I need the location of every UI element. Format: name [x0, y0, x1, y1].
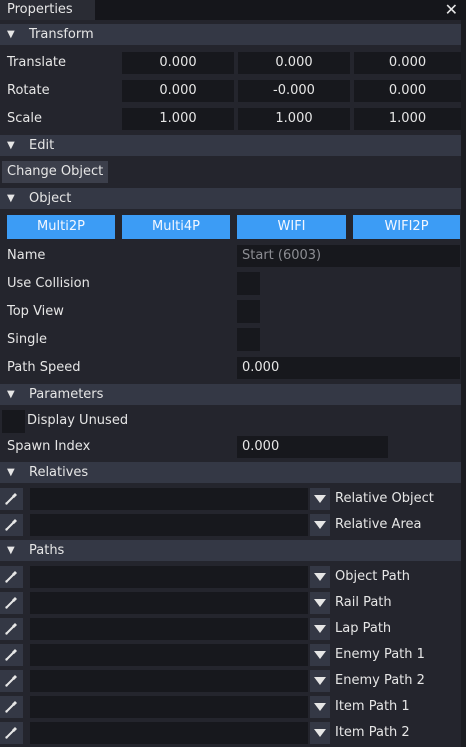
translate-y-field[interactable]: 0.000 [238, 52, 350, 74]
section-paths-header[interactable]: ▼ Paths [0, 540, 461, 561]
rotate-x-field[interactable]: 0.000 [122, 80, 234, 102]
translate-z-field[interactable]: 0.000 [354, 52, 461, 74]
scale-z-field[interactable]: 1.000 [354, 108, 461, 130]
display-unused-checkbox[interactable] [2, 410, 25, 433]
path-speed-field[interactable]: 0.000 [237, 357, 460, 379]
section-title: Edit [29, 138, 55, 153]
section-title: Paths [29, 543, 65, 558]
eyedropper-icon[interactable] [0, 696, 23, 718]
chevron-down-icon[interactable] [310, 618, 330, 640]
path-label: Object Path [335, 569, 411, 584]
chevron-down-icon[interactable] [310, 592, 330, 614]
display-unused-label: Display Unused [27, 413, 129, 428]
path-combo[interactable] [30, 696, 308, 718]
wifi2p-button[interactable]: WIFI2P [353, 215, 460, 239]
path-combo[interactable] [30, 618, 308, 640]
spawn-index-field[interactable]: 0.000 [237, 436, 388, 458]
path-speed-label: Path Speed [7, 360, 81, 375]
triangle-down-icon: ▼ [7, 193, 15, 204]
close-icon[interactable]: ✕ [445, 0, 458, 20]
eyedropper-icon[interactable] [0, 514, 23, 536]
path-combo[interactable] [30, 566, 308, 588]
eyedropper-icon[interactable] [0, 722, 23, 744]
path-label: Enemy Path 2 [335, 673, 425, 688]
scrollbar[interactable] [461, 20, 466, 747]
path-label: Rail Path [335, 595, 392, 610]
chevron-down-icon[interactable] [310, 644, 330, 666]
relative-label: Relative Object [335, 491, 434, 506]
scale-y-field[interactable]: 1.000 [238, 108, 350, 130]
triangle-down-icon: ▼ [7, 140, 15, 151]
section-edit-header[interactable]: ▼ Edit [0, 135, 461, 156]
path-label: Enemy Path 1 [335, 647, 425, 662]
chevron-down-icon[interactable] [310, 514, 330, 536]
relative-combo[interactable] [30, 488, 308, 510]
path-label: Item Path 1 [335, 699, 410, 714]
path-combo[interactable] [30, 592, 308, 614]
top-view-checkbox[interactable] [237, 300, 260, 323]
eyedropper-icon[interactable] [0, 592, 23, 614]
section-title: Transform [29, 27, 94, 42]
chevron-down-icon[interactable] [310, 722, 330, 744]
section-relatives-header[interactable]: ▼ Relatives [0, 462, 461, 483]
triangle-down-icon: ▼ [7, 545, 15, 556]
section-title: Object [29, 191, 72, 206]
eyedropper-icon[interactable] [0, 670, 23, 692]
eyedropper-icon[interactable] [0, 566, 23, 588]
eyedropper-icon[interactable] [0, 644, 23, 666]
eyedropper-icon[interactable] [0, 618, 23, 640]
triangle-down-icon: ▼ [7, 29, 15, 40]
use-collision-label: Use Collision [7, 276, 90, 291]
translate-x-field[interactable]: 0.000 [122, 52, 234, 74]
chevron-down-icon[interactable] [310, 488, 330, 510]
name-field: Start (6003) [237, 245, 460, 267]
rotate-z-field[interactable]: 0.000 [354, 80, 461, 102]
scale-x-field[interactable]: 1.000 [122, 108, 234, 130]
chevron-down-icon[interactable] [310, 696, 330, 718]
section-title: Parameters [29, 387, 104, 402]
translate-label: Translate [7, 55, 67, 70]
single-checkbox[interactable] [237, 328, 260, 351]
section-title: Relatives [29, 465, 89, 480]
path-combo[interactable] [30, 670, 308, 692]
top-view-label: Top View [7, 304, 64, 319]
multi4p-button[interactable]: Multi4P [122, 215, 230, 239]
change-object-button[interactable]: Change Object [2, 161, 109, 183]
use-collision-checkbox[interactable] [237, 272, 260, 295]
triangle-down-icon: ▼ [7, 467, 15, 478]
panel-titlebar: Properties ✕ [0, 0, 466, 20]
rotate-label: Rotate [7, 83, 50, 98]
path-label: Lap Path [335, 621, 392, 636]
path-label: Item Path 2 [335, 725, 410, 740]
multi2p-button[interactable]: Multi2P [7, 215, 115, 239]
chevron-down-icon[interactable] [310, 670, 330, 692]
section-transform-header[interactable]: ▼ Transform [0, 24, 461, 45]
name-label: Name [7, 248, 46, 263]
scale-label: Scale [7, 111, 42, 126]
relative-label: Relative Area [335, 517, 422, 532]
wifi-button[interactable]: WIFI [237, 215, 346, 239]
triangle-down-icon: ▼ [7, 389, 15, 400]
rotate-y-field[interactable]: -0.000 [238, 80, 350, 102]
relative-combo[interactable] [30, 514, 308, 536]
spawn-index-label: Spawn Index [7, 439, 91, 454]
chevron-down-icon[interactable] [310, 566, 330, 588]
tab-properties[interactable]: Properties [0, 0, 95, 20]
path-combo[interactable] [30, 644, 308, 666]
section-parameters-header[interactable]: ▼ Parameters [0, 384, 461, 405]
single-label: Single [7, 332, 47, 347]
eyedropper-icon[interactable] [0, 488, 23, 510]
section-object-header[interactable]: ▼ Object [0, 188, 461, 209]
path-combo[interactable] [30, 722, 308, 744]
